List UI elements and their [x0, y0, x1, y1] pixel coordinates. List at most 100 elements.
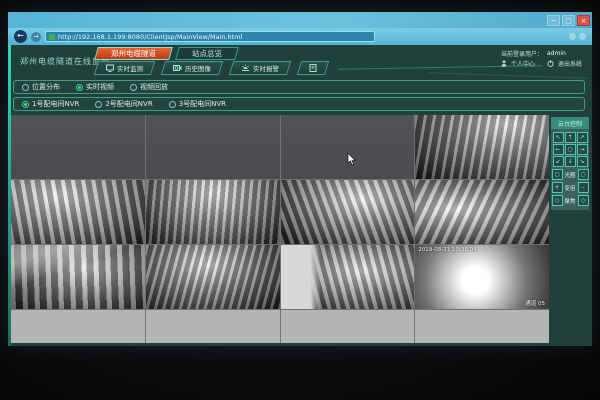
close-button[interactable]: ×: [577, 15, 590, 26]
main-tabs: 郑州电缆隧道 站点总览: [96, 47, 237, 60]
realtime-alarm-button[interactable]: 实时报警: [229, 61, 292, 75]
tab-site-overview[interactable]: 站点总览: [175, 47, 239, 60]
camera-tile[interactable]: [11, 115, 145, 179]
ptz-panel-title: 云台控制: [551, 117, 589, 129]
radio-icon: [169, 101, 176, 108]
iris-close-button[interactable]: ○: [578, 169, 589, 180]
url-text: http://192.168.1.199:8080/ClientJsp/Main…: [58, 33, 242, 41]
focus-far-button[interactable]: ◇: [578, 195, 589, 206]
monitor-icon: [106, 64, 114, 72]
ptz-direction-pad: ↖ ↑ ↗ ← ○ → ↙ ↓ ↘: [551, 132, 589, 167]
function-toolbar: 实时监测 历史图像: [96, 61, 327, 75]
ptz-left-button[interactable]: ←: [553, 144, 564, 155]
mouse-cursor: [347, 153, 357, 166]
person-icon: [501, 60, 507, 67]
view-mode-bar: 位置分布 实时视频 视频回放: [13, 80, 585, 94]
camera-tile[interactable]: [415, 115, 549, 179]
camera-tile[interactable]: [415, 310, 549, 343]
tab-label: 郑州电缆隧道: [111, 48, 156, 59]
realtime-monitor-button[interactable]: 实时监测: [94, 61, 156, 75]
ptz-zoom-row: + 变倍 -: [551, 182, 589, 193]
ptz-focus-row: ◇ 聚焦 ◇: [551, 195, 589, 206]
back-button[interactable]: ←: [14, 30, 27, 43]
camera-tile[interactable]: [11, 180, 145, 244]
forward-button[interactable]: →: [31, 32, 41, 42]
ptz-down-right-button[interactable]: ↘: [577, 156, 588, 167]
radio-label: 3号配电间NVR: [179, 99, 226, 109]
camera-tile[interactable]: [11, 245, 145, 309]
browser-addressbar: ← → http://192.168.1.199:8080/ClientJsp/…: [8, 28, 592, 45]
radio-icon: [95, 101, 102, 108]
iris-open-button[interactable]: ○: [552, 169, 563, 180]
camera-timestamp: 2019-08-21 10:38:04: [418, 247, 476, 253]
camera-tile[interactable]: [146, 115, 280, 179]
camera-tile[interactable]: [146, 180, 280, 244]
zoom-in-button[interactable]: +: [552, 182, 563, 193]
camera-tile[interactable]: [415, 180, 549, 244]
radio-icon: [22, 101, 29, 108]
radio-nvr-1[interactable]: 1号配电间NVR: [22, 99, 79, 109]
focus-label: 聚焦: [564, 197, 577, 205]
monitoring-app: 郑州电缆隧道在线监测 郑州电缆隧道 站点总览 实时监测: [8, 45, 592, 346]
ptz-up-right-button[interactable]: ↗: [577, 132, 588, 143]
alarm-icon: [241, 64, 250, 72]
ptz-up-left-button[interactable]: ↖: [553, 132, 564, 143]
iris-label: 光圈: [564, 171, 577, 179]
profile-menu[interactable]: 个人中心: [511, 59, 535, 68]
camera-tile[interactable]: [281, 245, 415, 309]
minimize-button[interactable]: ─: [547, 15, 560, 26]
ptz-panel: 云台控制 ↖ ↑ ↗ ← ○ → ↙ ↓ ↘ ○ 光圈 ○ + 变倍 -: [551, 117, 589, 210]
history-image-button[interactable]: 历史图像: [161, 61, 224, 75]
header-decor-line: [428, 72, 588, 79]
site-security-icon: [49, 34, 55, 40]
user-info: 当前登录用户： admin 个人中心 退出系统: [501, 48, 582, 68]
ptz-down-left-button[interactable]: ↙: [553, 156, 564, 167]
logout-icon: [547, 60, 554, 67]
camera-tile[interactable]: [146, 310, 280, 343]
login-label: 当前登录用户：: [501, 49, 543, 58]
tab-label: 站点总览: [192, 48, 222, 59]
camera-tile[interactable]: [11, 310, 145, 343]
radio-icon: [130, 84, 137, 91]
toolbar-label: 实时监测: [117, 63, 143, 73]
radio-location-map[interactable]: 位置分布: [22, 82, 60, 92]
url-field[interactable]: http://192.168.1.199:8080/ClientJsp/Main…: [45, 31, 375, 42]
radio-label: 实时视频: [86, 82, 114, 92]
logout-button[interactable]: 退出系统: [558, 59, 582, 68]
ptz-right-button[interactable]: →: [577, 144, 588, 155]
username: admin: [547, 50, 566, 57]
favorites-icon[interactable]: [569, 33, 576, 40]
radio-label: 1号配电间NVR: [32, 99, 79, 109]
radio-nvr-3[interactable]: 3号配电间NVR: [169, 99, 226, 109]
focus-near-button[interactable]: ◇: [552, 195, 563, 206]
ptz-up-button[interactable]: ↑: [565, 132, 576, 143]
camera-tile[interactable]: [146, 245, 280, 309]
camera-tile[interactable]: 2019-08-21 10:38:04 通道 05: [415, 245, 549, 309]
browser-toolbar-icons: [569, 33, 586, 40]
camera-channel-label: 通道 05: [525, 299, 545, 307]
radio-nvr-2[interactable]: 2号配电间NVR: [95, 99, 152, 109]
report-button[interactable]: [297, 61, 330, 75]
history-image-icon: [173, 64, 182, 72]
nvr-select-bar: 1号配电间NVR 2号配电间NVR 3号配电间NVR: [13, 97, 585, 111]
zoom-label: 变倍: [564, 184, 577, 192]
ptz-iris-row: ○ 光圈 ○: [551, 169, 589, 180]
video-wall: 2019-08-21 10:38:04 通道 05: [11, 115, 549, 343]
camera-tile[interactable]: [281, 180, 415, 244]
camera-tile[interactable]: [281, 115, 415, 179]
radio-live-video[interactable]: 实时视频: [76, 82, 114, 92]
ptz-down-button[interactable]: ↓: [565, 156, 576, 167]
radio-label: 视频回放: [140, 82, 168, 92]
toolbar-label: 实时报警: [253, 63, 279, 73]
camera-tile[interactable]: [281, 310, 415, 343]
tab-cable-tunnel[interactable]: 郑州电缆隧道: [94, 47, 173, 60]
report-icon: [309, 64, 317, 72]
radio-video-playback[interactable]: 视频回放: [130, 82, 168, 92]
maximize-button[interactable]: ▢: [562, 15, 575, 26]
zoom-out-button[interactable]: -: [578, 182, 589, 193]
toolbar-label: 历史图像: [185, 63, 211, 73]
ptz-center-button[interactable]: ○: [565, 144, 576, 155]
radio-label: 2号配电间NVR: [105, 99, 152, 109]
radio-label: 位置分布: [32, 82, 60, 92]
settings-icon[interactable]: [579, 33, 586, 40]
